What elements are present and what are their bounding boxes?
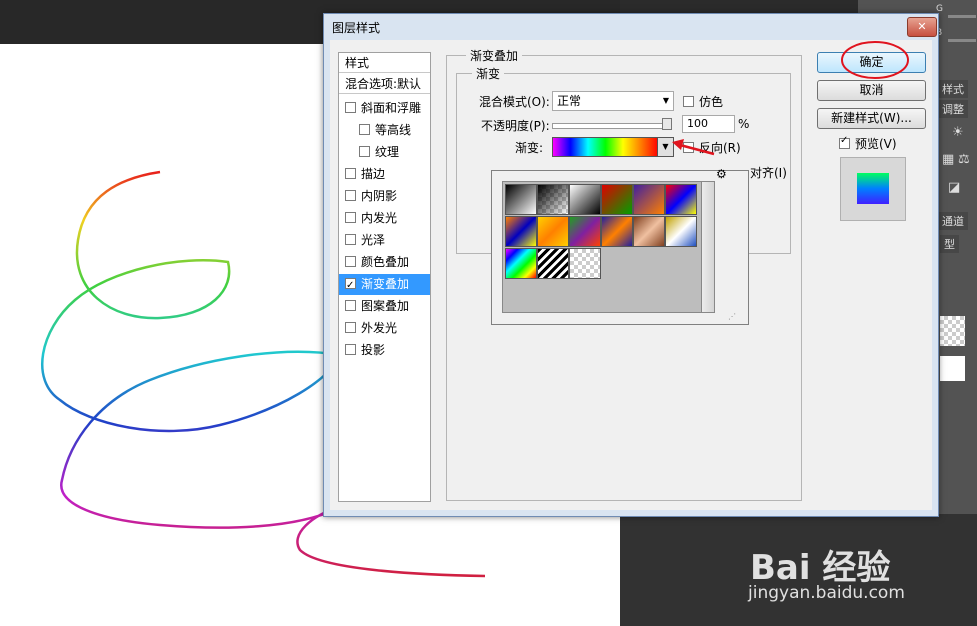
checkbox-checked[interactable]	[345, 275, 356, 296]
balance-icon[interactable]: ⚖	[958, 152, 970, 167]
resize-grip-icon[interactable]: ⋰	[728, 312, 736, 321]
checkbox[interactable]	[345, 102, 356, 113]
tab-channels[interactable]: 通道	[938, 212, 968, 230]
checkbox[interactable]	[345, 190, 356, 201]
opacity-label: 不透明度(P):	[481, 119, 550, 133]
style-item-satin[interactable]: 光泽	[339, 230, 430, 251]
gradient-swatch[interactable]	[505, 184, 537, 215]
annotation-arrow	[672, 139, 715, 156]
gradient-swatch[interactable]	[569, 216, 601, 247]
g-slider[interactable]	[948, 15, 976, 18]
style-item-texture[interactable]: 纹理	[339, 142, 430, 163]
style-list-header[interactable]: 样式	[339, 53, 430, 73]
close-button[interactable]: ✕	[907, 17, 937, 37]
b-slider[interactable]	[948, 39, 976, 42]
opacity-slider-thumb[interactable]	[662, 118, 672, 130]
preview-checkbox[interactable]	[839, 135, 850, 149]
gradient-swatch[interactable]	[633, 184, 665, 215]
style-item-inner-shadow[interactable]: 内阴影	[339, 186, 430, 207]
new-style-button[interactable]: 新建样式(W)...	[817, 108, 926, 129]
layer-style-dialog: 图层样式 ✕ 样式 混合选项:默认 斜面和浮雕 等高线 纹理 描边 内阴影 内发…	[323, 13, 939, 517]
gradient-picker-popup: ⋰	[491, 170, 749, 325]
gradient-swatch[interactable]	[665, 216, 697, 247]
gear-icon[interactable]: ⚙	[716, 167, 727, 181]
style-item-stroke[interactable]: 描边	[339, 164, 430, 185]
tab-adjust[interactable]: 调整	[938, 100, 968, 118]
tab-styles[interactable]: 样式	[938, 80, 968, 98]
gradient-swatch[interactable]	[569, 184, 601, 215]
section-title: 渐变叠加	[466, 47, 523, 64]
opacity-input[interactable]: 100	[682, 115, 735, 133]
gradient-swatch[interactable]	[633, 216, 665, 247]
gradient-swatch[interactable]	[601, 184, 633, 215]
checkbox[interactable]	[345, 168, 356, 179]
checkbox[interactable]	[345, 256, 356, 267]
style-list: 样式 混合选项:默认 斜面和浮雕 等高线 纹理 描边 内阴影 内发光 光泽 颜色…	[338, 52, 431, 502]
levels-icon[interactable]: ▦	[942, 152, 954, 167]
annotation-circle	[841, 41, 909, 79]
gradient-preview-bar[interactable]	[552, 137, 659, 157]
style-item-outer-glow[interactable]: 外发光	[339, 318, 430, 339]
dropdown-arrow-icon: ▼	[662, 96, 669, 105]
opacity-percent: %	[738, 117, 750, 131]
blending-options-item[interactable]: 混合选项:默认	[339, 74, 430, 94]
checkbox[interactable]	[359, 124, 370, 135]
opacity-slider[interactable]	[552, 123, 672, 129]
gradient-swatch-transparent[interactable]	[569, 248, 601, 279]
gradient-swatch-grid	[502, 181, 703, 313]
style-item-drop-shadow[interactable]: 投影	[339, 340, 430, 361]
background-layer-thumbnail[interactable]	[940, 356, 965, 381]
checkbox[interactable]	[345, 322, 356, 333]
gradient-swatch[interactable]	[601, 216, 633, 247]
dialog-client: 样式 混合选项:默认 斜面和浮雕 等高线 纹理 描边 内阴影 内发光 光泽 颜色…	[330, 40, 932, 510]
style-item-pattern-overlay[interactable]: 图案叠加	[339, 296, 430, 317]
baidu-jingyan-watermark-logo: Bai 经验	[750, 548, 891, 588]
style-preview-box	[840, 157, 906, 221]
preview-swatch	[857, 173, 889, 204]
dialog-title: 图层样式	[332, 21, 381, 35]
checkbox[interactable]	[359, 146, 370, 157]
style-item-inner-glow[interactable]: 内发光	[339, 208, 430, 229]
style-item-contour[interactable]: 等高线	[339, 120, 430, 141]
checkbox[interactable]	[345, 300, 356, 311]
group-title: 渐变	[472, 65, 505, 82]
checkbox[interactable]	[345, 344, 356, 355]
picker-scrollbar[interactable]	[701, 181, 715, 313]
cancel-button[interactable]: 取消	[817, 80, 926, 101]
style-item-color-overlay[interactable]: 颜色叠加	[339, 252, 430, 273]
layer-type-filter[interactable]: 型	[940, 235, 959, 253]
dither-checkbox[interactable]	[683, 96, 694, 107]
checkbox[interactable]	[345, 212, 356, 223]
align-with-layer-partial[interactable]: 对齐(I)	[750, 164, 787, 181]
gradient-swatch[interactable]	[537, 248, 569, 279]
gradient-swatch[interactable]	[537, 216, 569, 247]
watermark-url: jingyan.baidu.com	[748, 583, 905, 603]
gradient-swatch[interactable]	[537, 184, 569, 215]
style-item-bevel[interactable]: 斜面和浮雕	[339, 98, 430, 119]
blend-mode-select[interactable]: 正常 ▼	[552, 91, 674, 111]
dither-option[interactable]: 仿色	[683, 93, 723, 110]
gradient-swatch-spectrum[interactable]	[505, 248, 537, 279]
style-item-gradient-overlay[interactable]: 渐变叠加	[339, 274, 430, 296]
brightness-icon[interactable]: ☀	[952, 125, 964, 140]
layer-thumbnail[interactable]	[940, 316, 965, 346]
preview-option[interactable]: 预览(V)	[839, 135, 897, 152]
gradient-label: 渐变:	[515, 141, 544, 155]
photo-filter-icon[interactable]: ◪	[948, 180, 960, 195]
gradient-swatch[interactable]	[505, 216, 537, 247]
blend-mode-label: 混合模式(O):	[479, 95, 550, 109]
gradient-swatch[interactable]	[665, 184, 697, 215]
checkbox[interactable]	[345, 234, 356, 245]
